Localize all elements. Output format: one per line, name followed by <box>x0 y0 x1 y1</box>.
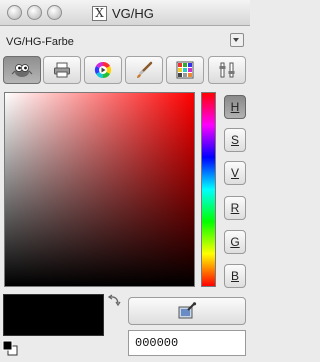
channel-b-button[interactable]: B <box>224 264 246 288</box>
default-colors-icon[interactable] <box>2 340 18 356</box>
tab-gimp-selector[interactable] <box>3 56 41 84</box>
tab-watercolor-selector[interactable] <box>125 56 163 84</box>
dock-menu-button[interactable] <box>230 33 244 47</box>
swap-colors-icon[interactable] <box>107 294 121 308</box>
minimize-window-button[interactable] <box>27 5 42 20</box>
window-titlebar: X VG/HG <box>0 0 250 26</box>
palette-grid-icon <box>176 61 194 79</box>
channel-s-button[interactable]: S <box>224 128 246 152</box>
eyedropper-icon <box>178 302 197 319</box>
tab-scales-selector[interactable] <box>208 56 246 84</box>
dock-title: VG/HG-Farbe <box>6 36 74 48</box>
cmyk-printer-icon <box>54 62 70 78</box>
color-wheel-icon <box>94 61 112 79</box>
window-title-group: X VG/HG <box>92 4 154 22</box>
color-selector-tabs <box>0 56 250 86</box>
foreground-color-swatch[interactable] <box>3 294 104 336</box>
hue-slider-strip[interactable] <box>201 92 216 287</box>
tab-wheel-selector[interactable] <box>84 56 122 84</box>
hex-color-input[interactable]: 000000 <box>128 330 246 356</box>
channel-v-button[interactable]: V <box>224 161 246 185</box>
channel-r-button[interactable]: R <box>224 196 246 220</box>
zoom-window-button[interactable] <box>47 5 62 20</box>
x11-icon: X <box>92 5 107 21</box>
gimp-wilber-icon <box>11 64 33 77</box>
watercolor-brush-icon <box>137 61 153 78</box>
tab-palette-selector[interactable] <box>166 56 204 84</box>
window-title: VG/HG <box>112 5 154 21</box>
color-picker-button[interactable] <box>128 297 246 325</box>
saturation-value-area[interactable] <box>4 92 195 287</box>
close-window-button[interactable] <box>7 5 22 20</box>
channel-h-button[interactable]: H <box>224 95 246 119</box>
scales-icon <box>219 62 235 78</box>
tab-cmyk-selector[interactable] <box>43 56 81 84</box>
channel-g-button[interactable]: G <box>224 230 246 254</box>
